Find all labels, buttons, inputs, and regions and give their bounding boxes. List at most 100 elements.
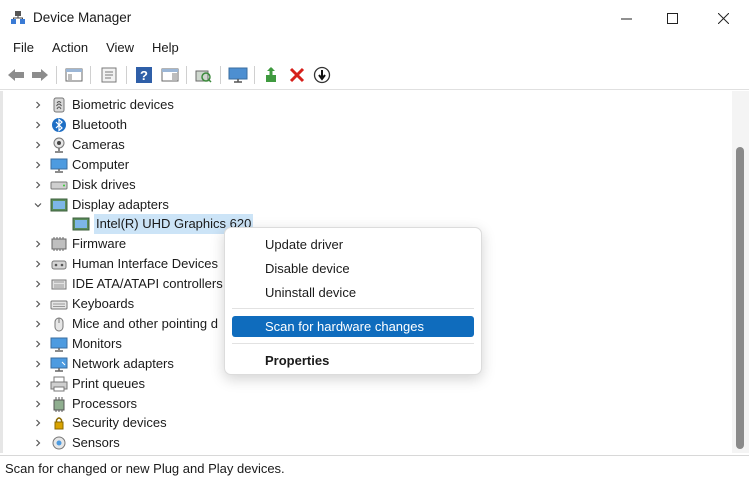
chevron-right-icon[interactable] (33, 379, 43, 389)
toolbar: ? (0, 60, 749, 90)
tree-category-item[interactable]: Sensors (3, 433, 723, 453)
display-adapter-icon (72, 216, 90, 232)
camera-icon (50, 137, 68, 153)
menu-bar: File Action View Help (0, 36, 749, 60)
ide-controller-icon (50, 276, 68, 292)
monitor-button[interactable] (228, 65, 248, 85)
scan-hardware-button[interactable] (193, 65, 213, 85)
svg-text:?: ? (140, 68, 148, 83)
tree-item-label: Sensors (72, 435, 120, 451)
tree-item-label: Human Interface Devices (72, 256, 218, 272)
bluetooth-icon (50, 117, 68, 133)
computer-icon (50, 157, 68, 173)
back-button[interactable] (6, 65, 26, 85)
chevron-right-icon[interactable] (33, 279, 43, 289)
chevron-right-icon[interactable] (33, 239, 43, 249)
tree-item-label: IDE ATA/ATAPI controllers (72, 276, 223, 292)
toolbar-separator (90, 66, 91, 84)
disk-drive-icon (50, 177, 68, 193)
tree-item-label: Processors (72, 395, 138, 411)
update-driver-button[interactable] (262, 65, 282, 85)
context-separator (232, 308, 474, 309)
tree-category-item[interactable]: Biometric devices (3, 95, 723, 115)
tree-category-item[interactable]: Print queues (3, 374, 723, 394)
close-icon (717, 12, 729, 24)
sensor-icon (50, 435, 68, 451)
back-arrow-icon (8, 69, 24, 81)
tree-item-label: Firmware (72, 236, 127, 252)
context-item-disable-device[interactable]: Disable device (232, 258, 474, 279)
toolbar-separator (220, 66, 221, 84)
uninstall-icon (289, 67, 305, 83)
action-pane-button[interactable] (160, 65, 180, 85)
chevron-right-icon[interactable] (33, 339, 43, 349)
tree-item-label: Network adapters (72, 355, 174, 371)
context-item-uninstall-device[interactable]: Uninstall device (232, 282, 474, 303)
chevron-right-icon[interactable] (33, 140, 43, 150)
disable-button[interactable] (312, 65, 332, 85)
tree-category-item[interactable]: Security devices (3, 413, 723, 433)
help-icon: ? (136, 67, 152, 83)
vertical-scrollbar[interactable] (732, 91, 749, 453)
tree-category-item[interactable]: Processors (3, 394, 723, 414)
chevron-right-icon[interactable] (33, 438, 43, 448)
tree-item-label: Security devices (72, 415, 167, 431)
firmware-icon (50, 236, 68, 252)
forward-button[interactable] (30, 65, 50, 85)
context-separator (232, 343, 474, 344)
uninstall-button[interactable] (287, 65, 307, 85)
display-adapter-icon (50, 197, 68, 213)
chevron-right-icon[interactable] (33, 160, 43, 170)
chevron-right-icon[interactable] (33, 299, 43, 309)
chevron-right-icon[interactable] (33, 399, 43, 409)
toolbar-separator (254, 66, 255, 84)
tree-item-label: Bluetooth (72, 116, 127, 132)
menu-view[interactable]: View (97, 36, 143, 60)
device-manager-app-icon (11, 11, 25, 24)
show-hide-tree-button[interactable] (64, 65, 84, 85)
chevron-right-icon[interactable] (33, 259, 43, 269)
scan-hardware-icon (195, 70, 212, 83)
scroll-thumb[interactable] (736, 147, 744, 449)
chevron-right-icon[interactable] (33, 319, 43, 329)
close-button[interactable] (700, 0, 746, 36)
status-bar: Scan for changed or new Plug and Play de… (0, 455, 749, 480)
context-item-properties[interactable]: Properties (232, 350, 474, 371)
biometric-icon (50, 97, 68, 113)
security-device-icon (50, 415, 68, 431)
monitor-icon (50, 336, 68, 352)
chevron-right-icon[interactable] (33, 418, 43, 428)
processor-icon (50, 396, 68, 412)
chevron-right-icon[interactable] (33, 359, 43, 369)
chevron-down-icon[interactable] (33, 200, 43, 210)
toolbar-separator (186, 66, 187, 84)
tree-item-label: Cameras (72, 136, 125, 152)
forward-arrow-icon (32, 69, 48, 81)
printer-icon (50, 376, 68, 392)
tree-category-item[interactable]: Disk drives (3, 175, 723, 195)
chevron-right-icon[interactable] (33, 120, 43, 130)
menu-file[interactable]: File (4, 36, 43, 60)
tree-item-label: Computer (72, 156, 130, 172)
menu-help[interactable]: Help (143, 36, 188, 60)
tree-category-item[interactable]: Computer (3, 155, 723, 175)
mouse-icon (50, 316, 68, 332)
properties-button[interactable] (99, 65, 119, 85)
toolbar-separator (126, 66, 127, 84)
tree-category-item[interactable]: Cameras (3, 135, 723, 155)
tree-category-item[interactable]: Display adapters (3, 195, 723, 215)
maximize-button[interactable] (649, 0, 695, 36)
menu-action[interactable]: Action (43, 36, 97, 60)
disable-icon (313, 66, 331, 84)
context-item-scan-hardware[interactable]: Scan for hardware changes (232, 316, 474, 337)
show-hide-tree-icon (65, 68, 83, 82)
tree-category-item[interactable]: Bluetooth (3, 115, 723, 135)
minimize-button[interactable] (603, 0, 649, 36)
help-button[interactable]: ? (134, 65, 154, 85)
action-pane-icon (161, 68, 179, 82)
chevron-right-icon[interactable] (33, 100, 43, 110)
context-item-update-driver[interactable]: Update driver (232, 234, 474, 255)
chevron-right-icon[interactable] (33, 180, 43, 190)
tree-item-label: Monitors (72, 335, 122, 351)
tree-item-label: Print queues (72, 375, 145, 391)
